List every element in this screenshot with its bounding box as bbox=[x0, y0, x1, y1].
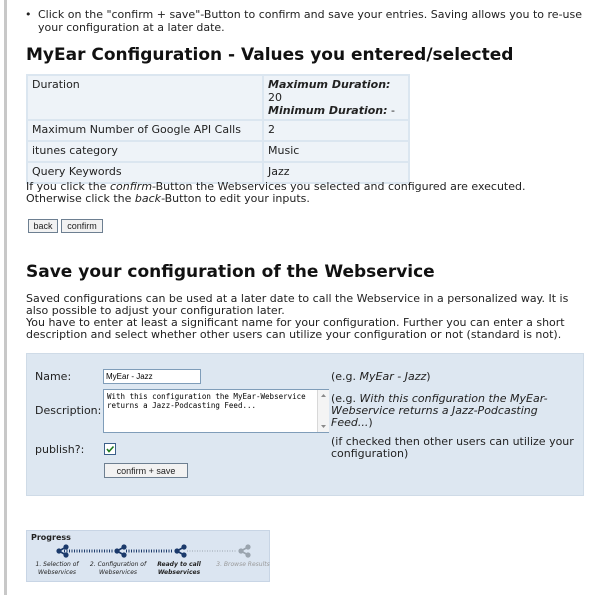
step-label: Selection of Webservices bbox=[37, 561, 79, 576]
progress-step-pending: 3. Browse Results bbox=[214, 561, 272, 569]
textarea-scrollbar[interactable] bbox=[317, 390, 329, 432]
publish-checkbox[interactable] bbox=[104, 443, 116, 455]
publish-label: publish?: bbox=[35, 443, 85, 456]
min-duration-value: - bbox=[391, 104, 396, 117]
hint-emphasis: With this configuration the MyEar-Webser… bbox=[331, 392, 548, 429]
progress-step: 2. Configuration of Webservices bbox=[89, 561, 147, 577]
step-label: Ready to call Webservices bbox=[157, 561, 201, 576]
row-label-duration: Duration bbox=[28, 76, 262, 119]
row-value-duration: Maximum Duration: 20 Minimum Duration: - bbox=[264, 76, 408, 119]
table-row: Maximum Number of Google API Calls 2 bbox=[28, 121, 408, 140]
step-number: 3. bbox=[216, 561, 222, 568]
save-paragraph-1: Saved configurations can be used at a la… bbox=[26, 292, 569, 317]
confirm-info-text: If you click the confirm-Button the Webs… bbox=[26, 181, 586, 205]
share-icon bbox=[174, 544, 187, 558]
scroll-arrows-icon bbox=[321, 394, 326, 428]
hint-text: (e.g. bbox=[331, 370, 360, 383]
save-paragraph-2: You have to enter at least a significant… bbox=[26, 316, 565, 341]
progress-step-current: Ready to call Webservices bbox=[150, 561, 208, 577]
table-row: itunes category Music bbox=[28, 142, 408, 161]
save-description: Saved configurations can be used at a la… bbox=[26, 293, 586, 341]
description-hint: (e.g. With this configuration the MyEar-… bbox=[331, 393, 581, 429]
back-button[interactable]: back bbox=[28, 219, 58, 233]
progress-step: 1. Selection of Webservices bbox=[28, 561, 86, 577]
info-emphasis: back bbox=[134, 192, 162, 205]
max-duration-label: Maximum Duration: bbox=[268, 78, 391, 91]
share-icon bbox=[114, 544, 127, 558]
step-number: 2. bbox=[89, 561, 96, 568]
row-value-itunes-category: Music bbox=[264, 142, 408, 161]
save-form: Name: (e.g. MyEar - Jazz) Description: W… bbox=[26, 353, 584, 496]
values-table: Duration Maximum Duration: 20 Minimum Du… bbox=[26, 74, 410, 184]
confirm-save-button[interactable]: confirm + save bbox=[104, 463, 188, 478]
name-label: Name: bbox=[35, 370, 72, 383]
progress-panel: Progress 1. Selection of Webservices 2. … bbox=[26, 530, 270, 582]
values-heading: MyEar Configuration - Values you entered… bbox=[26, 45, 514, 65]
table-row: Duration Maximum Duration: 20 Minimum Du… bbox=[28, 76, 408, 119]
hint-text: ) bbox=[368, 416, 373, 429]
share-icon bbox=[238, 544, 251, 558]
hint-emphasis: MyEar - Jazz bbox=[359, 370, 427, 383]
instruction-bullet: • Click on the "confirm + save"-Button t… bbox=[25, 8, 593, 34]
checkmark-icon bbox=[106, 445, 115, 453]
max-duration-value: 20 bbox=[268, 91, 282, 104]
row-value-api-calls: 2 bbox=[264, 121, 408, 140]
name-input[interactable] bbox=[103, 369, 201, 384]
hint-text: ) bbox=[426, 370, 431, 383]
row-label-api-calls: Maximum Number of Google API Calls bbox=[28, 121, 262, 140]
confirm-button[interactable]: confirm bbox=[61, 219, 103, 233]
info-text: -Button to edit your inputs. bbox=[161, 192, 310, 205]
save-heading: Save your configuration of the Webservic… bbox=[26, 262, 435, 282]
info-text: Otherwise click the bbox=[26, 192, 135, 205]
row-label-itunes-category: itunes category bbox=[28, 142, 262, 161]
step-label: Configuration of Webservices bbox=[97, 561, 147, 576]
left-border-bar bbox=[4, 0, 7, 595]
publish-hint: (if checked then other users can utilize… bbox=[331, 435, 574, 460]
description-label: Description: bbox=[35, 404, 102, 417]
name-hint: (e.g. MyEar - Jazz) bbox=[331, 371, 581, 383]
step-label: Browse Results bbox=[223, 561, 270, 568]
bullet-marker: • bbox=[25, 8, 32, 21]
bullet-text: Click on the "confirm + save"-Button to … bbox=[38, 8, 583, 34]
description-textarea[interactable]: With this configuration the MyEar-Webser… bbox=[103, 389, 329, 433]
step-number: 1. bbox=[35, 561, 42, 568]
min-duration-label: Minimum Duration: bbox=[268, 104, 388, 117]
